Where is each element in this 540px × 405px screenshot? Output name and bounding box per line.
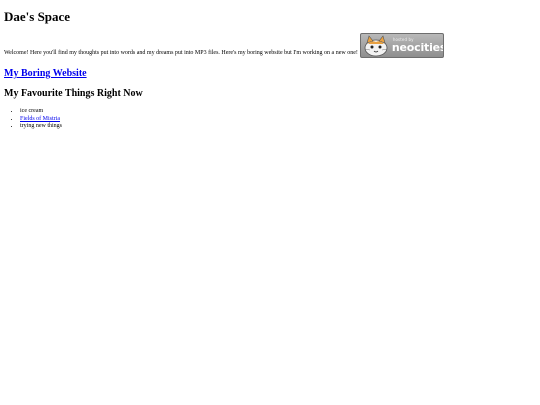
list-item: ice cream — [20, 108, 62, 116]
badge-brand-text: neocities — [391, 41, 444, 54]
list-item: Fields of Mistria — [20, 116, 62, 124]
favourites-heading: My Favourite Things Right Now — [4, 88, 143, 99]
favourite-item-trying-new-things: trying new things — [20, 123, 62, 129]
favourite-item-ice-cream: ice cream — [20, 108, 44, 114]
boring-website-heading: My Boring Website — [4, 68, 87, 79]
intro-paragraph: Welcome! Here you'll find my thoughts pu… — [4, 33, 444, 58]
fields-of-mistria-link[interactable]: Fields of Mistria — [20, 116, 60, 122]
favourites-list: ice cream Fields of Mistria trying new t… — [4, 108, 62, 131]
page-title: Dae's Space — [4, 9, 71, 24]
neocities-badge-link[interactable]: hosted by neocities — [359, 33, 444, 58]
list-item: trying new things — [20, 123, 62, 131]
boring-website-link[interactable]: My Boring Website — [4, 68, 87, 79]
intro-text: Welcome! Here you'll find my thoughts pu… — [4, 50, 358, 56]
neocities-cat-icon — [364, 35, 388, 57]
